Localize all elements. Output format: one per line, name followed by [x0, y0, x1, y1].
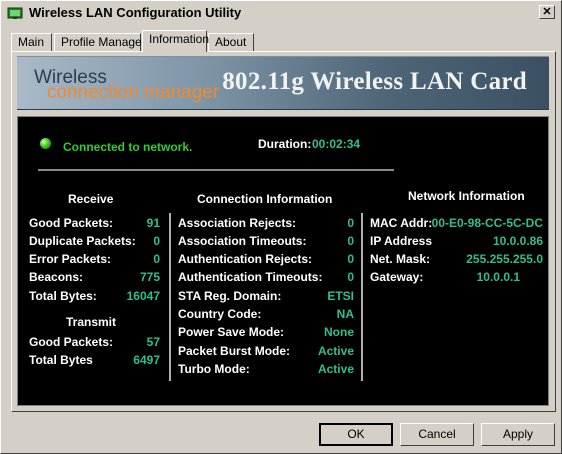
tab-profile-manager-label: Profile Manager — [61, 35, 146, 49]
country-code-label: Country Code: — [178, 307, 262, 321]
column-divider-1 — [169, 213, 171, 381]
sta-reg-domain-value: ETSI — [327, 289, 354, 303]
country-code-value: NA — [336, 307, 354, 321]
receive-beacons-label: Beacons: — [29, 270, 84, 284]
receive-total-bytes-label: Total Bytes: — [29, 289, 97, 303]
information-panel: Wireless connection manager 802.11g Wire… — [11, 51, 556, 412]
duration-label: Duration: — [258, 137, 312, 151]
packet-burst-mode-label: Packet Burst Mode: — [178, 344, 291, 358]
packet-burst-mode-value: Active — [317, 344, 354, 358]
association-timeouts-label: Association Timeouts: — [178, 234, 307, 248]
turbo-mode-value: Active — [317, 362, 354, 376]
tab-information[interactable]: Information — [142, 30, 210, 52]
association-rejects-value: 0 — [347, 216, 354, 230]
authentication-rejects-value: 0 — [347, 252, 354, 266]
authentication-rejects-label: Authentication Rejects: — [178, 252, 313, 266]
info-display: Connected to network. Duration: 00:02:34… — [17, 116, 549, 406]
network-info-header: Network Information — [408, 189, 525, 203]
duration-value: 00:02:34 — [312, 137, 361, 151]
transmit-good-packets-value: 57 — [146, 335, 160, 349]
transmit-header: Transmit — [66, 315, 117, 329]
connected-status-icon — [40, 138, 51, 149]
tab-about[interactable]: About — [208, 33, 254, 51]
mac-addr-value: 00-E0-98-CC-5C-DC — [431, 216, 543, 230]
receive-good-packets-value: 91 — [146, 216, 160, 230]
receive-header: Receive — [68, 192, 114, 206]
column-divider-2 — [361, 213, 363, 381]
power-save-mode-value: None — [324, 325, 354, 339]
association-rejects-label: Association Rejects: — [178, 216, 297, 230]
power-save-mode-label: Power Save Mode: — [178, 325, 285, 339]
ok-button[interactable]: OK — [319, 423, 393, 446]
sta-reg-domain-label: STA Reg. Domain: — [178, 289, 282, 303]
apply-button[interactable]: Apply — [481, 423, 555, 446]
receive-error-packets-label: Error Packets: — [29, 252, 112, 266]
close-icon: ✕ — [542, 6, 552, 18]
turbo-mode-label: Turbo Mode: — [178, 362, 250, 376]
wireless-app-icon — [7, 7, 23, 19]
gateway-label: Gateway: — [370, 270, 424, 284]
transmit-total-bytes-value: 6497 — [133, 353, 160, 367]
receive-total-bytes-value: 16047 — [126, 289, 160, 303]
receive-duplicate-packets-label: Duplicate Packets: — [29, 234, 136, 248]
close-button[interactable]: ✕ — [539, 5, 555, 19]
receive-duplicate-packets-value: 0 — [153, 234, 160, 248]
divider — [38, 169, 394, 171]
transmit-total-bytes-label: Total Bytes — [29, 353, 93, 367]
title-bar[interactable]: Wireless LAN Configuration Utility ✕ — [3, 3, 559, 23]
receive-good-packets-label: Good Packets: — [29, 216, 114, 230]
window-title: Wireless LAN Configuration Utility — [29, 5, 242, 20]
authentication-timeouts-label: Authentication Timeouts: — [178, 270, 323, 284]
mac-addr-label: MAC Addr: — [370, 216, 433, 230]
cancel-button[interactable]: Cancel — [400, 423, 474, 446]
receive-beacons-value: 775 — [139, 270, 160, 284]
receive-error-packets-value: 0 — [153, 252, 160, 266]
net-mask-value: 255.255.255.0 — [466, 252, 543, 266]
ip-address-label: IP Address — [370, 234, 433, 248]
tab-profile-manager[interactable]: Profile Manager — [54, 33, 146, 51]
product-banner: Wireless connection manager 802.11g Wire… — [17, 56, 549, 110]
ip-address-value: 10.0.0.86 — [492, 234, 543, 248]
transmit-good-packets-label: Good Packets: — [29, 335, 114, 349]
tab-main[interactable]: Main — [11, 33, 52, 51]
net-mask-label: Net. Mask: — [370, 252, 431, 266]
tab-information-label: Information — [149, 32, 210, 46]
association-timeouts-value: 0 — [347, 234, 354, 248]
connection-info-header: Connection Information — [197, 192, 333, 206]
tab-about-label: About — [215, 35, 247, 49]
brand-connection-manager: connection manager — [47, 82, 220, 103]
tab-main-label: Main — [18, 35, 45, 49]
app-window: Wireless LAN Configuration Utility ✕ Mai… — [0, 0, 562, 454]
product-title: 802.11g Wireless LAN Card — [222, 68, 527, 95]
authentication-timeouts-value: 0 — [347, 270, 354, 284]
gateway-value: 10.0.0.1 — [476, 270, 520, 284]
connection-status: Connected to network. — [63, 140, 193, 154]
